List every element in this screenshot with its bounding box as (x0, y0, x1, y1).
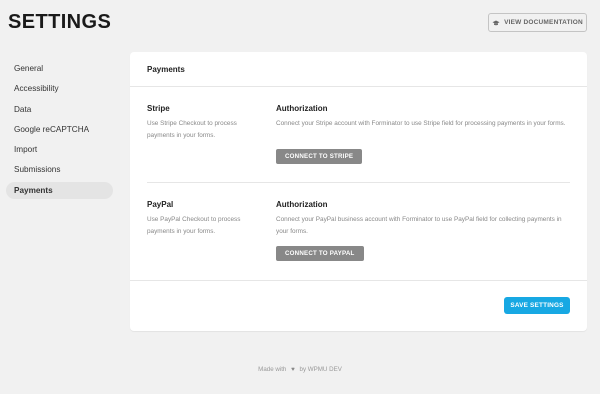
sidebar-item-label: General (14, 64, 44, 73)
sidebar-item-label: Data (14, 104, 32, 114)
sidebar-item-import[interactable]: Import (6, 141, 113, 158)
card-footer-divider (130, 280, 587, 281)
stripe-title: Stripe (147, 104, 170, 113)
sidebar-item-data[interactable]: Data (6, 101, 113, 118)
made-with-text: Made with (258, 366, 287, 373)
view-documentation-label: VIEW DOCUMENTATION (504, 19, 583, 26)
sidebar-item-label: Submissions (14, 165, 61, 175)
sidebar-item-accessibility[interactable]: Accessibility (6, 80, 113, 97)
stripe-description: Use Stripe Checkout to process payments … (147, 120, 237, 139)
paypal-description: Use PayPal Checkout to process payments … (147, 216, 241, 235)
paypal-title: PayPal (147, 200, 174, 209)
settings-sidebar: General Accessibility Data Google reCAPT… (6, 60, 113, 202)
paypal-authorization-title: Authorization (276, 200, 328, 209)
stripe-authorization-title: Authorization (276, 104, 328, 113)
sidebar-item-google-recaptcha[interactable]: Google reCAPTCHA (6, 121, 113, 138)
connect-to-stripe-button[interactable]: CONNECT TO STRIPE (276, 149, 363, 164)
sidebar-item-submissions[interactable]: Submissions (6, 161, 113, 178)
sidebar-item-payments[interactable]: Payments (6, 181, 113, 199)
view-documentation-button[interactable]: VIEW DOCUMENTATION (488, 13, 587, 32)
sidebar-item-label: Import (14, 145, 38, 155)
footer-credit: Made with ♥ by WPMU DEV (0, 366, 600, 373)
card-title: Payments (130, 52, 587, 87)
payments-card: Payments Stripe Use Stripe Checkout to p… (130, 52, 587, 331)
sidebar-item-general[interactable]: General (6, 60, 113, 77)
paypal-section: PayPal Use PayPal Checkout to process pa… (147, 200, 570, 270)
stripe-authorization-description: Connect your Stripe account with Formina… (276, 120, 566, 127)
sidebar-item-label: Payments (14, 185, 53, 195)
paypal-authorization-description: Connect your PayPal business account wit… (276, 216, 562, 235)
academic-cap-icon (492, 20, 500, 25)
sidebar-item-label: Accessibility (14, 84, 59, 94)
by-wpmu-dev-text: by WPMU DEV (299, 366, 342, 373)
stripe-section: Stripe Use Stripe Checkout to process pa… (147, 104, 570, 174)
sidebar-item-label: Google reCAPTCHA (14, 124, 90, 134)
save-settings-button[interactable]: SAVE SETTINGS (504, 297, 570, 314)
connect-to-paypal-button[interactable]: CONNECT TO PAYPAL (276, 246, 364, 261)
section-divider (147, 182, 570, 183)
page-title: SETTINGS (8, 11, 112, 33)
heart-icon: ♥ (291, 366, 295, 373)
